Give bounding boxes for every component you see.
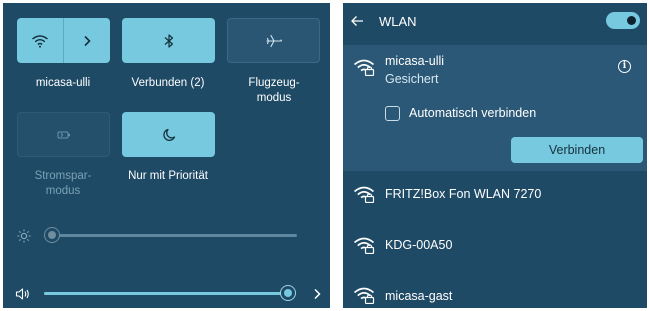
network-list-item[interactable]: FRITZ!Box Fon WLAN 7270: [343, 178, 647, 212]
brightness-slider[interactable]: [48, 234, 297, 237]
sun-icon: [17, 229, 31, 243]
wifi-toggle-switch[interactable]: [606, 12, 640, 29]
moon-icon: [162, 128, 175, 141]
bluetooth-icon: [164, 33, 173, 48]
volume-slider[interactable]: [44, 292, 289, 295]
airplane-icon: [265, 34, 282, 47]
chevron-right-icon: [84, 35, 91, 46]
wifi-networks-button[interactable]: [64, 18, 110, 63]
wifi-secured-icon: [353, 287, 375, 304]
wifi-secured-icon: [353, 186, 375, 203]
bluetooth-tile-label: Verbunden (2): [131, 77, 205, 89]
network-name: FRITZ!Box Fon WLAN 7270: [385, 187, 542, 201]
volume-slider-fill: [44, 292, 289, 295]
selected-network-status: Gesichert: [385, 72, 439, 86]
network-name: KDG-00A50: [385, 238, 453, 252]
connect-button[interactable]: Verbinden: [511, 137, 643, 163]
network-list-item[interactable]: KDG-00A50: [343, 229, 647, 263]
battery-saver-icon: [57, 131, 70, 138]
wifi-icon: [32, 34, 48, 48]
battery-saver-label: Stromspar- modus: [34, 170, 92, 197]
quick-settings-panel: micasa-ulli Verbunden (2) Flugzeug- modu…: [3, 3, 330, 308]
brightness-slider-thumb[interactable]: [44, 227, 60, 243]
focus-priority-label: Nur mit Priorität: [128, 170, 208, 182]
wifi-toggle-button[interactable]: [17, 18, 63, 63]
bluetooth-tile[interactable]: [122, 18, 215, 63]
auto-connect-label[interactable]: Automatisch verbinden: [409, 106, 536, 120]
chevron-right-icon[interactable]: [312, 288, 322, 300]
info-icon[interactable]: i: [618, 60, 631, 73]
airplane-mode-label: Flugzeug- modus: [248, 77, 300, 104]
airplane-mode-tile[interactable]: [227, 18, 320, 63]
volume-slider-thumb[interactable]: [280, 285, 296, 301]
network-name: micasa-gast: [385, 289, 453, 303]
wlan-panel: WLAN micasa-ulli Gesichert i Automatisch…: [343, 3, 647, 308]
network-list-item[interactable]: micasa-gast: [343, 280, 647, 308]
wifi-tile-label: micasa-ulli: [35, 77, 91, 89]
wifi-secured-icon: [353, 237, 375, 254]
selected-network-item[interactable]: micasa-ulli Gesichert i Automatisch verb…: [343, 45, 647, 171]
wifi-tile: [17, 18, 110, 63]
auto-connect-checkbox[interactable]: [385, 106, 400, 121]
focus-priority-tile[interactable]: [122, 112, 215, 157]
back-arrow-icon[interactable]: [350, 15, 364, 27]
wifi-secured-icon: [353, 59, 375, 76]
speaker-icon: [15, 288, 29, 300]
wlan-title: WLAN: [379, 14, 417, 29]
selected-network-name: micasa-ulli: [385, 54, 445, 68]
battery-saver-tile[interactable]: [17, 112, 110, 157]
